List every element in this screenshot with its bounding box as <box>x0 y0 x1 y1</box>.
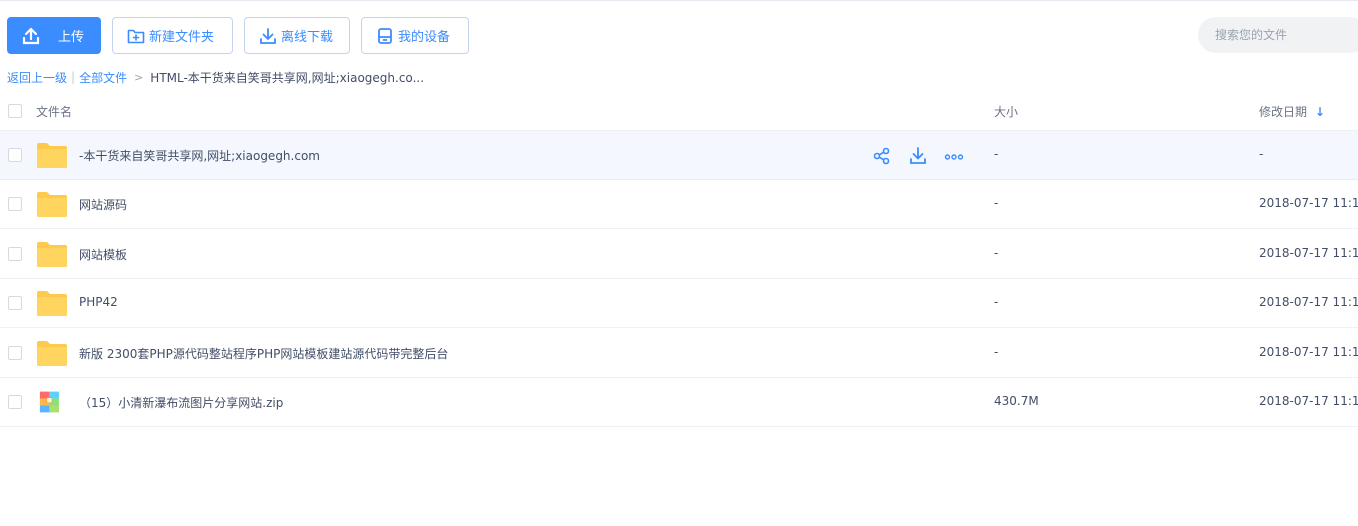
file-name[interactable]: -本干货来自笑哥共享网,网址;xiaogegh.com <box>79 147 320 164</box>
table-row[interactable]: 网站模板 - 2018-07-17 11:13 <box>0 230 1358 279</box>
header-name[interactable]: 文件名 <box>36 103 72 120</box>
file-name[interactable]: （15）小清新瀑布流图片分享网站.zip <box>79 394 283 411</box>
back-link[interactable]: 返回上一级 <box>7 69 67 86</box>
file-size: - <box>994 246 999 260</box>
new-folder-label: 新建文件夹 <box>149 30 215 45</box>
folder-icon <box>37 143 67 168</box>
row-checkbox[interactable] <box>8 395 22 409</box>
file-size: - <box>994 147 999 161</box>
upload-label: 上传 <box>58 30 85 45</box>
file-name[interactable]: 新版 2300套PHP源代码整站程序PHP网站模板建站源代码带完整后台 <box>79 345 448 362</box>
sort-desc-icon: ↓ <box>1314 105 1325 119</box>
search-input[interactable] <box>1215 28 1355 42</box>
device-icon <box>378 27 392 44</box>
breadcrumb-separator: | <box>71 70 76 84</box>
select-all-checkbox[interactable] <box>8 104 22 118</box>
breadcrumb-arrow: > <box>134 70 144 84</box>
download-icon <box>260 27 276 44</box>
file-date: 2018-07-17 11:13 <box>1259 345 1358 359</box>
upload-button[interactable]: 上传 <box>7 17 101 54</box>
file-size: - <box>994 295 999 309</box>
upload-icon <box>22 27 40 44</box>
row-checkbox[interactable] <box>8 346 22 360</box>
row-checkbox[interactable] <box>8 296 22 310</box>
zip-file-icon <box>39 391 59 413</box>
row-checkbox[interactable] <box>8 148 22 162</box>
breadcrumb-current: HTML-本干货来自笑哥共享网,网址;xiaogegh.co... <box>150 70 425 85</box>
table-row[interactable]: PHP42 - 2018-07-17 11:13 <box>0 279 1358 328</box>
table-row[interactable]: -本干货来自笑哥共享网,网址;xiaogegh.com - - <box>0 131 1358 180</box>
folder-icon <box>37 291 67 316</box>
file-size: - <box>994 345 999 359</box>
more-icon[interactable] <box>944 146 964 166</box>
table-row[interactable]: 网站源码 - 2018-07-17 11:13 <box>0 180 1358 229</box>
file-name[interactable]: 网站模板 <box>79 246 127 263</box>
search-box <box>1198 17 1358 53</box>
toolbar: 上传 新建文件夹 离线下载 我的设备 <box>7 17 469 54</box>
file-date: 2018-07-17 11:13 <box>1259 196 1358 210</box>
file-name[interactable]: PHP42 <box>79 295 118 309</box>
header-size[interactable]: 大小 <box>994 103 1018 120</box>
folder-icon <box>37 341 67 366</box>
table-row[interactable]: （15）小清新瀑布流图片分享网站.zip 430.7M 2018-07-17 1… <box>0 378 1358 427</box>
file-table-header: 文件名 大小 修改日期 ↓ <box>0 92 1358 131</box>
folder-icon <box>37 242 67 267</box>
file-date: 2018-07-17 11:13 <box>1259 246 1358 260</box>
download-icon[interactable] <box>908 146 928 166</box>
header-modified[interactable]: 修改日期 ↓ <box>1259 103 1325 120</box>
table-row[interactable]: 新版 2300套PHP源代码整站程序PHP网站模板建站源代码带完整后台 - 20… <box>0 329 1358 378</box>
share-icon[interactable] <box>872 146 892 166</box>
folder-icon <box>37 192 67 217</box>
my-devices-label: 我的设备 <box>398 30 451 45</box>
offline-download-button[interactable]: 离线下载 <box>244 17 350 54</box>
file-name[interactable]: 网站源码 <box>79 196 127 213</box>
header-modified-label: 修改日期 <box>1259 105 1308 119</box>
all-files-link[interactable]: 全部文件 <box>79 69 127 86</box>
breadcrumb: 返回上一级 | 全部文件 > HTML-本干货来自笑哥共享网,网址;xiaoge… <box>7 69 424 85</box>
row-checkbox[interactable] <box>8 197 22 211</box>
offline-download-label: 离线下载 <box>281 30 334 45</box>
file-date: 2018-07-17 11:13 <box>1259 394 1358 408</box>
row-checkbox[interactable] <box>8 247 22 261</box>
top-divider <box>0 0 1358 1</box>
file-size: - <box>994 196 999 210</box>
file-size: 430.7M <box>994 394 1039 408</box>
new-folder-button[interactable]: 新建文件夹 <box>112 17 233 54</box>
new-folder-icon <box>127 29 145 43</box>
file-date: - <box>1259 147 1264 161</box>
row-actions <box>872 146 964 166</box>
my-devices-button[interactable]: 我的设备 <box>361 17 469 54</box>
file-date: 2018-07-17 11:13 <box>1259 295 1358 309</box>
